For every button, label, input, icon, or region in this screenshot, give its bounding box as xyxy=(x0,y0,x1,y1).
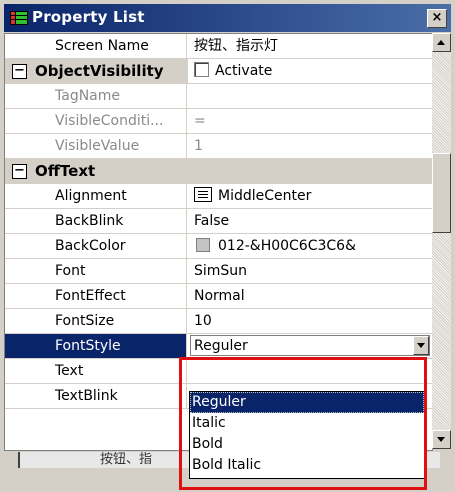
property-value[interactable]: 012-&H00C6C3C6& xyxy=(188,234,432,258)
option-bold-italic[interactable]: Bold Italic xyxy=(190,455,424,476)
property-row-screen-name[interactable]: Screen Name 按钮、指示灯 xyxy=(5,34,432,59)
fontstyle-dropdown-list[interactable]: Reguler Italic Bold Bold Italic xyxy=(189,391,425,479)
property-row-tagname[interactable]: TagName xyxy=(5,84,432,109)
property-name: Font xyxy=(5,259,187,283)
fontstyle-combobox[interactable]: Reguler xyxy=(190,335,430,356)
alignment-value: MiddleCenter xyxy=(218,188,312,204)
category-label: ObjectVisibility xyxy=(5,59,187,83)
property-name: VisibleConditi... xyxy=(5,109,187,133)
combobox-value: Reguler xyxy=(194,338,248,354)
scroll-down-icon[interactable] xyxy=(432,430,451,449)
property-row-fontsize[interactable]: FontSize 10 xyxy=(5,309,432,334)
property-name: FontEffect xyxy=(5,284,187,308)
category-offtext[interactable]: − OffText xyxy=(5,159,432,184)
close-button[interactable]: × xyxy=(427,9,447,28)
vertical-scrollbar[interactable] xyxy=(432,33,451,449)
property-value[interactable]: False xyxy=(188,209,432,233)
property-value[interactable] xyxy=(188,359,432,383)
property-row-font[interactable]: Font SimSun xyxy=(5,259,432,284)
property-value[interactable]: Normal xyxy=(188,284,432,308)
property-value[interactable]: = xyxy=(188,109,432,133)
property-value[interactable]: MiddleCenter xyxy=(188,184,432,208)
color-swatch xyxy=(196,238,210,252)
property-name: VisibleValue xyxy=(5,134,187,158)
option-bold[interactable]: Bold xyxy=(190,434,424,455)
property-row-text[interactable]: Text xyxy=(5,359,432,384)
property-name: BackColor xyxy=(5,234,187,258)
scroll-up-icon[interactable] xyxy=(432,33,451,52)
property-row-visible-value[interactable]: VisibleValue 1 xyxy=(5,134,432,159)
activate-label: Activate xyxy=(215,63,273,79)
category-value-area xyxy=(188,159,432,183)
property-row-fontstyle[interactable]: FontStyle Reguler xyxy=(5,334,432,359)
property-value[interactable]: 1 xyxy=(188,134,432,158)
category-label: OffText xyxy=(5,159,187,183)
backcolor-value: 012-&H00C6C3C6& xyxy=(218,238,356,254)
property-name: TextBlink xyxy=(5,384,187,408)
property-name: BackBlink xyxy=(5,209,187,233)
property-row-visible-condition[interactable]: VisibleConditi... = xyxy=(5,109,432,134)
property-value[interactable]: SimSun xyxy=(188,259,432,283)
option-italic[interactable]: Italic xyxy=(190,413,424,434)
property-name: FontSize xyxy=(5,309,187,333)
property-row-backcolor[interactable]: BackColor 012-&H00C6C3C6& xyxy=(5,234,432,259)
title-bar[interactable]: Property List × xyxy=(4,4,451,32)
scrollbar-thumb[interactable] xyxy=(432,153,451,233)
property-row-fonteffect[interactable]: FontEffect Normal xyxy=(5,284,432,309)
property-name: Text xyxy=(5,359,187,383)
property-list-icon xyxy=(10,11,28,25)
category-object-visibility[interactable]: − ObjectVisibility Activate xyxy=(5,59,432,84)
property-grid: Screen Name 按钮、指示灯 − ObjectVisibility Ac… xyxy=(4,33,433,451)
property-value[interactable]: 10 xyxy=(188,309,432,333)
window-title: Property List xyxy=(32,8,145,26)
property-name: TagName xyxy=(5,84,187,108)
property-name: Screen Name xyxy=(5,34,187,58)
property-name: Alignment xyxy=(5,184,187,208)
property-value[interactable] xyxy=(188,84,432,108)
property-value[interactable]: 按钮、指示灯 xyxy=(188,34,432,58)
dropdown-arrow-icon[interactable] xyxy=(413,336,429,355)
activate-checkbox[interactable] xyxy=(194,62,209,77)
property-name: FontStyle xyxy=(5,334,187,358)
option-reguler[interactable]: Reguler xyxy=(190,392,424,413)
property-row-backblink[interactable]: BackBlink False xyxy=(5,209,432,234)
property-row-alignment[interactable]: Alignment MiddleCenter xyxy=(5,184,432,209)
align-middle-center-icon xyxy=(194,187,212,202)
property-value[interactable]: Activate xyxy=(188,59,432,83)
